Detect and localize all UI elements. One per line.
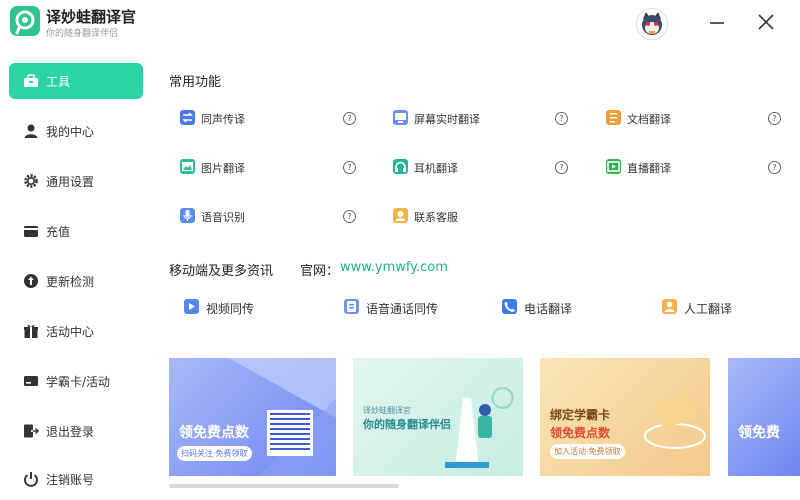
- update-icon: [24, 274, 38, 288]
- sidebar-item-settings[interactable]: 通用设置: [9, 163, 143, 199]
- logout-icon: [24, 424, 39, 438]
- help-icon[interactable]: ?: [768, 112, 781, 125]
- image-icon: [180, 159, 195, 174]
- simultaneous-icon: [180, 110, 195, 125]
- banner-scrollbar[interactable]: [169, 484, 399, 488]
- app-title: 译妙蛙翻译官: [46, 8, 137, 26]
- sidebar-item-label: 注销账号: [46, 473, 95, 487]
- service-icon: [393, 208, 408, 223]
- toolbox-icon: [24, 74, 38, 87]
- banner-subheadline: 领免费点数: [550, 426, 611, 440]
- section-title-mobile: 移动端及更多资讯: [169, 264, 274, 279]
- sidebar-item-label: 工具: [46, 75, 71, 89]
- headphone-icon: [393, 159, 408, 174]
- help-icon[interactable]: ?: [343, 210, 356, 223]
- feature-label: 语音识别: [201, 211, 245, 224]
- sidebar-item-recharge[interactable]: 充值: [9, 213, 143, 249]
- feature-customer-service[interactable]: 联系客服: [393, 206, 593, 226]
- mobile-item-label: 电话翻译: [524, 302, 573, 316]
- close-icon[interactable]: [754, 10, 778, 34]
- mobile-item-label: 语音通话同传: [366, 302, 439, 316]
- official-site-link[interactable]: www.ymwfy.com: [340, 260, 448, 275]
- qr-code: [267, 410, 313, 456]
- feature-document[interactable]: 文档翻译: [606, 108, 766, 128]
- section-title-common: 常用功能: [169, 75, 222, 90]
- sidebar-item-activity[interactable]: 活动中心: [9, 313, 143, 349]
- screen-icon: [393, 110, 408, 125]
- mobile-item-human[interactable]: 人工翻译: [662, 297, 782, 317]
- human-translate-icon: [662, 299, 677, 314]
- feature-label: 联系客服: [414, 211, 458, 224]
- mobile-item-video[interactable]: 视频同传: [184, 297, 324, 317]
- feature-label: 耳机翻译: [414, 162, 458, 175]
- mobile-item-label: 视频同传: [206, 302, 255, 316]
- document-icon: [606, 110, 621, 125]
- feature-label: 文档翻译: [627, 113, 671, 126]
- sidebar-item-logout[interactable]: 退出登录: [9, 413, 143, 449]
- feature-label: 直播翻译: [627, 162, 671, 175]
- voice-call-icon: [344, 299, 359, 314]
- banner-study-card[interactable]: 绑定学霸卡 领免费点数 加入活动·免费领取: [540, 358, 710, 476]
- sidebar-item-label: 退出登录: [46, 425, 95, 439]
- live-icon: [606, 159, 621, 174]
- sidebar-item-label: 更新检测: [46, 275, 95, 289]
- help-icon[interactable]: ?: [768, 161, 781, 174]
- phone-icon: [502, 299, 517, 314]
- wallet-icon: [24, 226, 38, 237]
- mobile-item-label: 人工翻译: [684, 302, 733, 316]
- app-subtitle: 你的随身翻译伴侣: [46, 29, 119, 39]
- banner-headline: 领免费点数: [179, 425, 249, 441]
- sidebar-item-update[interactable]: 更新检测: [9, 263, 143, 299]
- feature-label: 图片翻译: [201, 162, 245, 175]
- help-icon[interactable]: ?: [343, 161, 356, 174]
- feature-live-translate[interactable]: 直播翻译: [606, 157, 766, 177]
- gift-icon: [24, 324, 38, 338]
- sidebar-item-tools[interactable]: 工具: [9, 63, 143, 99]
- help-icon[interactable]: ?: [555, 161, 568, 174]
- card-icon: [24, 376, 38, 386]
- banner-headline: 领免费: [738, 425, 780, 441]
- banner-tagline: 扫码关注·免费领取: [177, 446, 252, 461]
- sidebar-item-label: 充值: [46, 225, 71, 239]
- sidebar-item-card[interactable]: 学霸卡/活动: [9, 363, 143, 399]
- feature-label: 屏幕实时翻译: [414, 113, 480, 126]
- banner-tagline: 加入活动·免费领取: [550, 444, 625, 459]
- official-site-label: 官网：: [300, 264, 340, 279]
- user-icon: [24, 124, 38, 138]
- help-icon[interactable]: ?: [343, 112, 356, 125]
- gear-icon: [24, 174, 38, 188]
- sidebar-item-label: 通用设置: [46, 175, 95, 189]
- mobile-item-voice-call[interactable]: 语音通话同传: [344, 297, 484, 317]
- banner-headline: 绑定学霸卡: [550, 408, 611, 422]
- sidebar-item-deregister[interactable]: 注销账号: [9, 461, 143, 497]
- help-icon[interactable]: ?: [555, 112, 568, 125]
- power-icon: [24, 472, 38, 487]
- video-icon: [184, 299, 199, 314]
- user-avatar[interactable]: [636, 8, 668, 40]
- sidebar-item-my-center[interactable]: 我的中心: [9, 113, 143, 149]
- voice-icon: [180, 208, 195, 223]
- banner-companion[interactable]: 译妙蛙翻译官 你的随身翻译伴侣: [353, 358, 523, 476]
- minimize-icon[interactable]: [704, 10, 728, 34]
- mobile-item-phone[interactable]: 电话翻译: [502, 297, 642, 317]
- sidebar-item-label: 活动中心: [46, 325, 95, 339]
- feature-label: 同声传译: [201, 113, 245, 126]
- sidebar-item-label: 学霸卡/活动: [46, 375, 111, 389]
- sidebar-item-label: 我的中心: [46, 125, 95, 139]
- banner-free-points-2[interactable]: 领免费: [728, 358, 800, 476]
- banner-headline: 你的随身翻译伴侣: [363, 418, 451, 431]
- app-logo-icon: [10, 6, 40, 36]
- banner-top-text: 译妙蛙翻译官: [363, 406, 411, 415]
- banner-free-points[interactable]: 领免费点数 扫码关注·免费领取: [169, 358, 336, 476]
